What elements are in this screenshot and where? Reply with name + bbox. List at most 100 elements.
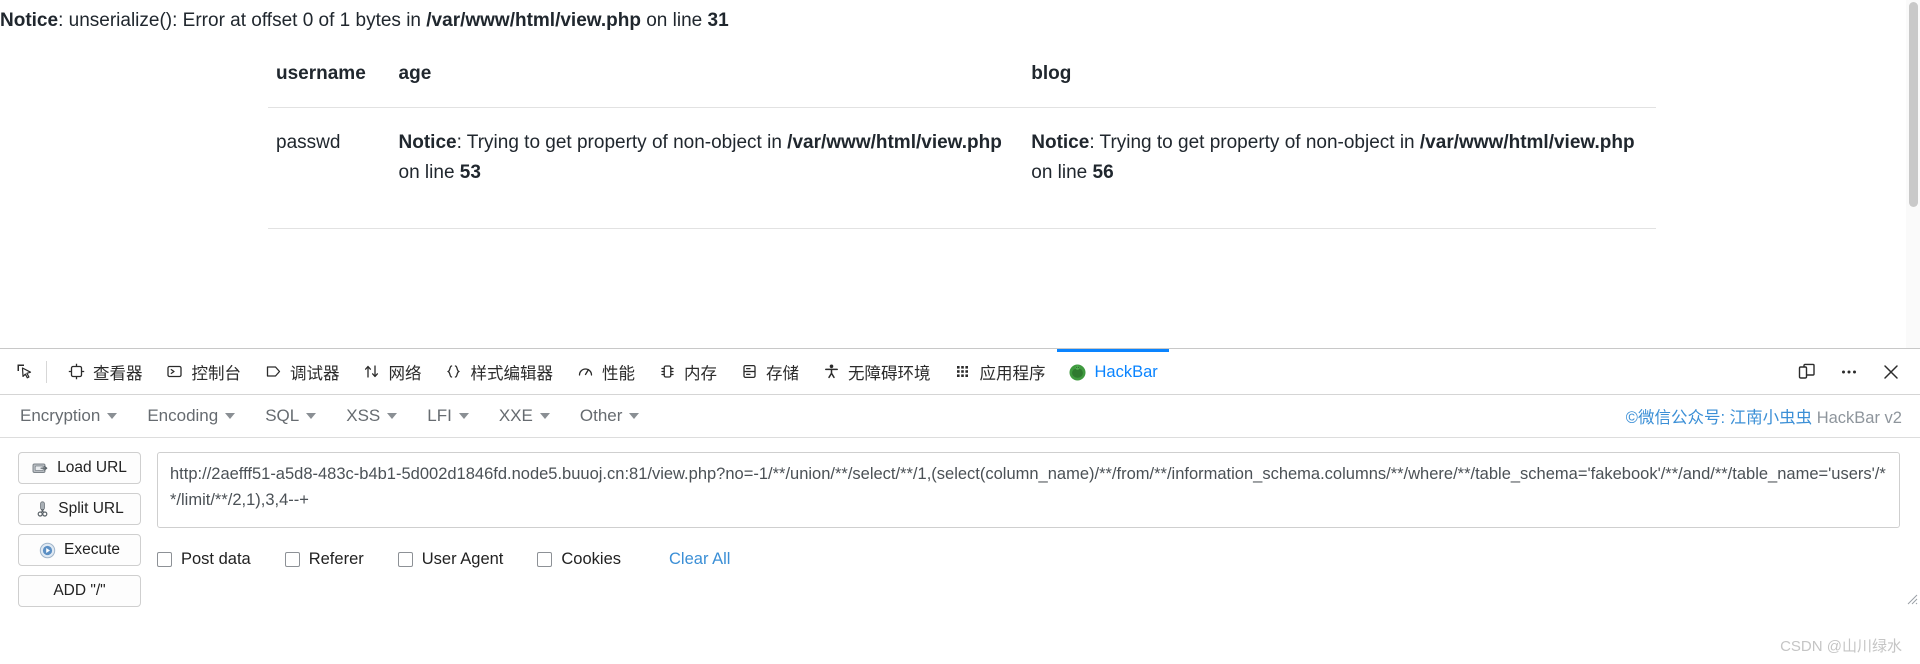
- tab-console-label: 控制台: [191, 364, 242, 383]
- tab-accessibility[interactable]: 无障碍环境: [810, 349, 942, 394]
- tab-performance-label: 性能: [602, 364, 635, 383]
- cell-age-notice-text: : Trying to get property of non-object i…: [456, 132, 788, 153]
- tab-inspector-label: 查看器: [93, 364, 143, 383]
- hackbar-menu-sql[interactable]: SQL: [265, 406, 317, 426]
- hackbar-menu-xxe[interactable]: XXE: [499, 406, 550, 426]
- page-scrollbar-thumb[interactable]: [1909, 2, 1918, 207]
- hackbar-body: Load URL Split URL Execute ADD "/" http:…: [0, 438, 1920, 607]
- tab-network[interactable]: 网络: [351, 349, 433, 394]
- split-url-button-label: Split URL: [58, 500, 124, 517]
- table-header-row: username age blog: [268, 43, 1656, 108]
- tab-application-label: 应用程序: [979, 364, 1046, 383]
- notice-path: /var/www/html/view.php: [426, 10, 641, 31]
- checkbox-user-agent-box[interactable]: [397, 552, 413, 567]
- chevron-down-icon: [539, 413, 550, 419]
- chevron-down-icon: [458, 413, 469, 419]
- query-result-table: username age blog passwd Notice: Trying …: [268, 43, 1656, 229]
- hackbar-credit-account[interactable]: 江南小虫虫: [1730, 409, 1813, 427]
- tab-memory-label: 内存: [684, 364, 717, 383]
- console-icon: [165, 362, 185, 382]
- accessibility-icon: [821, 362, 841, 382]
- hackbar-menu-bar: Encryption Encoding SQL XSS LFI XXE Othe…: [0, 395, 1920, 438]
- hackbar-menu-encryption[interactable]: Encryption: [20, 406, 118, 426]
- hackbar-options-row: Post data Referer User Agent Cookies Cle…: [157, 550, 1900, 569]
- checkbox-post-data[interactable]: Post data: [157, 550, 251, 569]
- toolbar-divider: [46, 360, 47, 383]
- execute-button[interactable]: Execute: [18, 534, 141, 566]
- hackbar-menu-other[interactable]: Other: [580, 406, 640, 426]
- memory-icon: [657, 362, 677, 382]
- tab-storage[interactable]: 存储: [728, 349, 810, 394]
- cell-username: passwd: [268, 107, 391, 229]
- hackbar-menu-lfi[interactable]: LFI: [427, 406, 469, 426]
- url-input[interactable]: http://2aefff51-a5d8-483c-b4b1-5d002d184…: [157, 452, 1900, 528]
- load-url-button-label: Load URL: [57, 459, 127, 476]
- cell-blog-notice-text: : Trying to get property of non-object i…: [1089, 132, 1420, 153]
- cell-age-notice-line: 53: [459, 162, 481, 183]
- checkbox-cookies[interactable]: Cookies: [537, 550, 621, 569]
- chevron-down-icon: [225, 413, 236, 419]
- checkbox-user-agent[interactable]: User Agent: [397, 550, 504, 569]
- tab-memory[interactable]: 内存: [646, 349, 728, 394]
- tab-network-label: 网络: [388, 364, 422, 383]
- execute-play-icon: [39, 542, 56, 559]
- responsive-design-mode-icon[interactable]: [1794, 359, 1820, 385]
- column-header-blog: blog: [1023, 43, 1656, 108]
- hackbar-menu-xss[interactable]: XSS: [346, 406, 398, 426]
- hackbar-menu-sql-label: SQL: [265, 406, 300, 425]
- notice-label: Notice: [0, 10, 59, 31]
- textarea-resize-grip[interactable]: [1905, 592, 1918, 605]
- checkbox-referer-box[interactable]: [284, 552, 300, 567]
- cell-blog: Notice: Trying to get property of non-ob…: [1023, 107, 1656, 229]
- tab-storage-label: 存储: [766, 364, 799, 383]
- devtools-toolbar: 查看器 控制台 调试器 网络 样式编辑器 性能 内存 存储 无障碍环境 应用程序…: [0, 348, 1920, 395]
- tab-hackbar[interactable]: HackBar: [1056, 348, 1169, 394]
- network-icon: [362, 362, 382, 382]
- inspector-icon: [66, 362, 86, 382]
- hackbar-credit: ©微信公众号: 江南小虫虫 HackBar v2: [1626, 404, 1902, 428]
- notice-text-tail: on line: [640, 10, 708, 31]
- close-devtools-icon[interactable]: [1878, 359, 1904, 385]
- checkbox-referer[interactable]: Referer: [284, 550, 364, 569]
- add-slash-button-label: ADD "/": [53, 582, 106, 599]
- tab-debugger-label: 调试器: [290, 364, 340, 383]
- page-vertical-scrollbar[interactable]: [1906, 0, 1920, 348]
- tab-performance[interactable]: 性能: [564, 349, 646, 394]
- table-row: passwd Notice: Trying to get property of…: [268, 107, 1656, 229]
- add-slash-button[interactable]: ADD "/": [18, 575, 141, 607]
- tab-inspector[interactable]: 查看器: [55, 349, 154, 394]
- split-url-button[interactable]: Split URL: [18, 493, 141, 525]
- application-icon: [953, 362, 973, 382]
- hackbar-menu-encryption-label: Encryption: [20, 406, 101, 425]
- execute-button-label: Execute: [63, 541, 120, 558]
- hackbar-menu-encoding-label: Encoding: [147, 406, 219, 425]
- hackbar-turtle-icon: [1068, 363, 1088, 383]
- checkbox-user-agent-label: User Agent: [421, 550, 504, 568]
- split-url-scissors-icon: [35, 501, 50, 517]
- tab-application[interactable]: 应用程序: [942, 349, 1057, 394]
- checkbox-cookies-box[interactable]: [537, 552, 553, 567]
- storage-icon: [739, 362, 759, 382]
- hackbar-credit-prefix: ©微信公众号:: [1625, 409, 1730, 427]
- checkbox-post-data-label: Post data: [181, 550, 251, 568]
- debugger-icon: [263, 362, 283, 382]
- checkbox-post-data-box[interactable]: [157, 552, 172, 567]
- chevron-down-icon: [387, 413, 398, 419]
- tab-accessibility-label: 无障碍环境: [848, 364, 931, 383]
- more-options-icon[interactable]: [1836, 359, 1862, 385]
- hackbar-menu-encoding[interactable]: Encoding: [147, 406, 236, 426]
- tab-style-editor-label: 样式编辑器: [470, 364, 554, 383]
- tab-console[interactable]: 控制台: [154, 349, 253, 394]
- cell-blog-notice-line: 56: [1092, 162, 1114, 183]
- tab-hackbar-label: HackBar: [1094, 363, 1158, 381]
- csdn-watermark: CSDN @山川绿水: [1780, 638, 1902, 655]
- load-url-button[interactable]: Load URL: [18, 452, 141, 484]
- style-editor-icon: [444, 362, 464, 382]
- cell-age-notice-label: Notice: [398, 132, 457, 153]
- devtools-panel: 查看器 控制台 调试器 网络 样式编辑器 性能 内存 存储 无障碍环境 应用程序…: [0, 348, 1920, 664]
- element-picker-icon[interactable]: [8, 355, 42, 389]
- clear-all-link[interactable]: Clear All: [669, 550, 730, 569]
- tab-style-editor[interactable]: 样式编辑器: [433, 349, 565, 394]
- tab-debugger[interactable]: 调试器: [252, 349, 351, 394]
- hackbar-action-buttons: Load URL Split URL Execute ADD "/": [18, 452, 141, 607]
